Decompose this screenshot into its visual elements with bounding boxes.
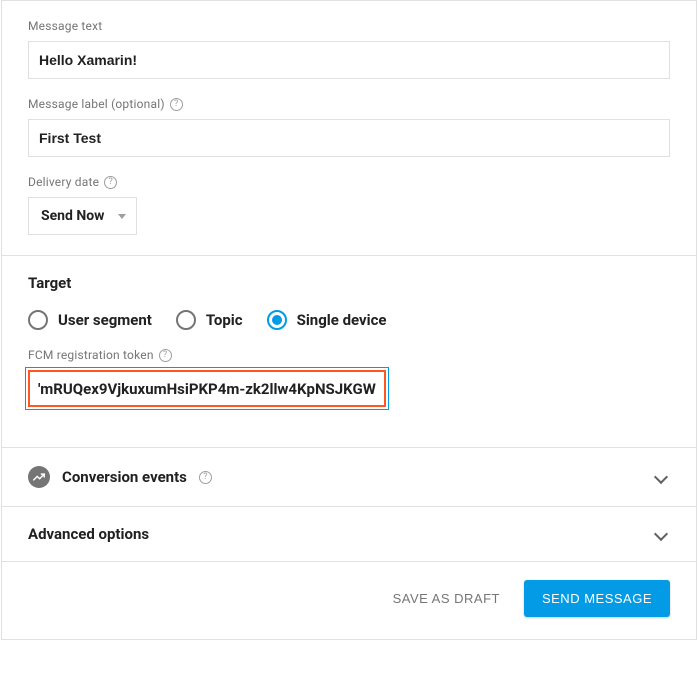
- chevron-down-icon: [118, 214, 126, 219]
- chevron-down-icon: [654, 470, 668, 484]
- message-label-field: Message label (optional) ?: [28, 97, 670, 157]
- help-icon[interactable]: ?: [170, 98, 183, 111]
- message-label-input[interactable]: [28, 119, 670, 157]
- radio-topic[interactable]: Topic: [176, 310, 243, 330]
- delivery-date-field: Delivery date ? Send Now: [28, 175, 670, 235]
- message-text-input[interactable]: [28, 41, 670, 79]
- advanced-options-row[interactable]: Advanced options: [2, 506, 696, 561]
- radio-icon: [176, 310, 196, 330]
- advanced-options-title: Advanced options: [28, 525, 149, 543]
- radio-icon: [267, 310, 287, 330]
- message-text-field: Message text: [28, 19, 670, 79]
- help-icon[interactable]: ?: [199, 471, 212, 484]
- message-label-label: Message label (optional): [28, 97, 165, 111]
- radio-single-device[interactable]: Single device: [267, 310, 387, 330]
- fcm-token-input[interactable]: 'mRUQex9VjkuxumHsiPKP4m-zk2llw4KpNSJKGW: [28, 370, 386, 407]
- help-icon[interactable]: ?: [104, 176, 117, 189]
- help-icon[interactable]: ?: [159, 349, 172, 362]
- target-radio-group: User segment Topic Single device: [28, 310, 670, 330]
- trending-icon: [28, 466, 50, 488]
- conversion-events-row[interactable]: Conversion events ?: [2, 447, 696, 506]
- delivery-date-label: Delivery date: [28, 175, 99, 189]
- fcm-token-label: FCM registration token: [28, 348, 154, 362]
- fcm-token-value: 'mRUQex9VjkuxumHsiPKP4m-zk2llw4KpNSJKGW: [38, 380, 376, 398]
- delivery-date-value: Send Now: [41, 208, 104, 224]
- radio-user-segment[interactable]: User segment: [28, 310, 152, 330]
- radio-icon: [28, 310, 48, 330]
- send-message-button[interactable]: SEND MESSAGE: [524, 580, 670, 617]
- delivery-date-select[interactable]: Send Now: [28, 197, 137, 235]
- target-heading: Target: [28, 274, 670, 292]
- conversion-events-title: Conversion events: [62, 468, 187, 486]
- save-as-draft-button[interactable]: SAVE AS DRAFT: [393, 591, 500, 606]
- message-text-label: Message text: [28, 19, 670, 33]
- chevron-down-icon: [654, 527, 668, 541]
